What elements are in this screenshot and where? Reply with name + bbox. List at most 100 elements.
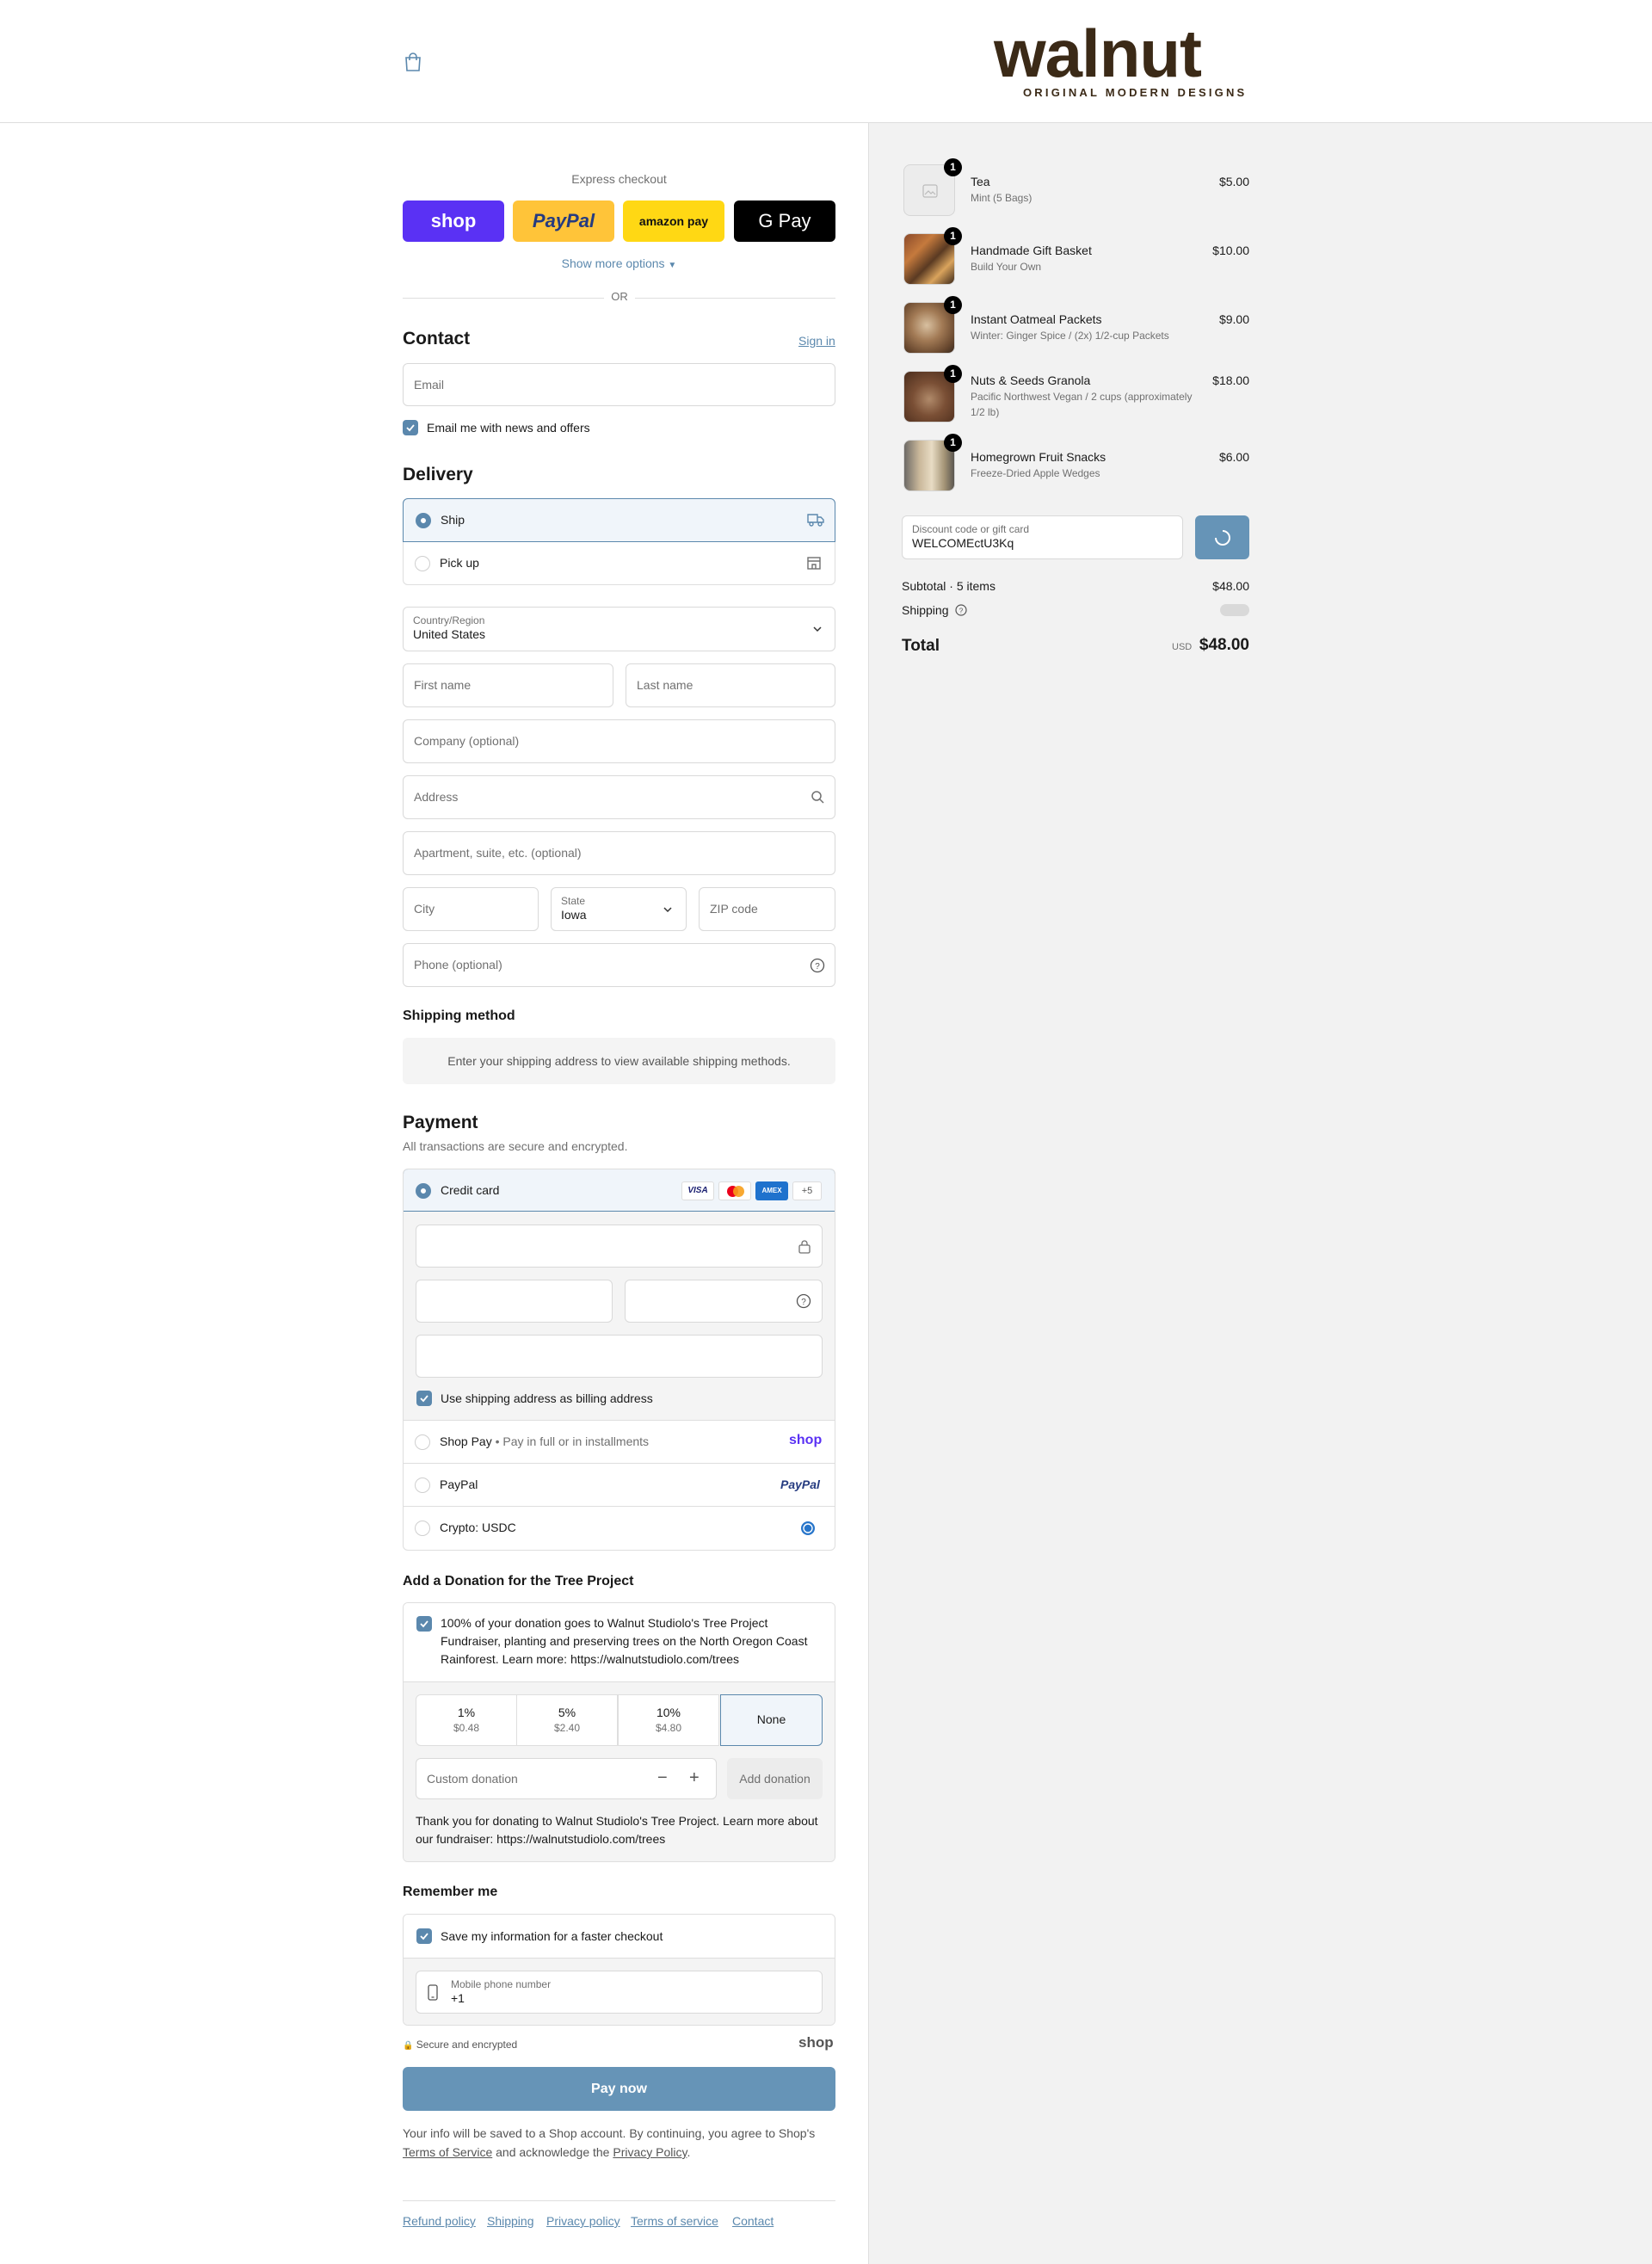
terms-of-service-link[interactable]: Terms of Service [403, 2145, 492, 2159]
shopping-bag-icon[interactable] [404, 52, 422, 72]
apply-discount-button[interactable] [1195, 515, 1249, 559]
card-form: ? Use shipping address as billing addres… [404, 1212, 835, 1421]
chevron-down-icon [813, 626, 822, 632]
crypto-radio[interactable] [415, 1521, 430, 1536]
company-field[interactable]: Company (optional) [403, 719, 835, 763]
donation-option-5pct[interactable]: 5% $2.40 [516, 1694, 618, 1746]
pickup-radio[interactable] [415, 556, 430, 571]
google-pay-express-button[interactable]: G Pay [734, 200, 835, 242]
footer-privacy-policy-link[interactable]: Privacy policy [546, 2214, 620, 2228]
donation-opt-in: 100% of your donation goes to Walnut Stu… [404, 1603, 835, 1682]
country-select[interactable]: Country/Region United States [403, 607, 835, 651]
subtotal-label: Subtotal · 5 items [902, 579, 996, 593]
state-select[interactable]: State Iowa [551, 887, 687, 931]
save-info-label: Save my information for a faster checkou… [441, 1929, 663, 1943]
secure-note: 🔒 Secure and encrypted [403, 2039, 518, 2051]
shipping-loading-placeholder [1220, 604, 1249, 616]
truck-icon [807, 514, 824, 527]
paypal-radio[interactable] [415, 1477, 430, 1493]
news-checkbox[interactable] [403, 420, 418, 435]
paypal-logo: PayPal [780, 1477, 820, 1491]
minus-icon[interactable]: − [657, 1768, 668, 1788]
mobile-phone-field[interactable]: Mobile phone number +1 [416, 1971, 823, 2014]
help-circle-icon[interactable]: ? [955, 604, 967, 616]
email-field[interactable]: Email [403, 363, 835, 406]
search-icon [811, 791, 824, 804]
shop-pay-logo: shop [789, 1433, 823, 1447]
plus-icon[interactable]: + [689, 1768, 700, 1788]
last-name-field[interactable]: Last name [626, 663, 835, 707]
amex-icon: AMEX [755, 1181, 788, 1200]
delivery-option-ship[interactable]: Ship [403, 498, 835, 542]
paypal-express-button[interactable]: PayPal [513, 200, 614, 242]
donation-option-1pct[interactable]: 1% $0.48 [416, 1694, 517, 1746]
credit-card-radio[interactable] [416, 1183, 431, 1199]
donation-option-none[interactable]: None [720, 1694, 823, 1746]
card-expiry-field[interactable] [416, 1280, 613, 1323]
donation-description: 100% of your donation goes to Walnut Stu… [441, 1616, 808, 1666]
card-cvv-field[interactable]: ? [625, 1280, 823, 1323]
item-name: Handmade Gift Basket [971, 244, 1092, 257]
store-logo[interactable]: walnut ORIGINAL MODERN DESIGNS [994, 20, 1245, 107]
store-icon [807, 557, 821, 570]
zip-field[interactable]: ZIP code [699, 887, 835, 931]
item-variant: Freeze-Dried Apple Wedges [971, 467, 1100, 479]
donation-thanks: Thank you for donating to Walnut Studiol… [416, 1814, 818, 1846]
header: walnut ORIGINAL MODERN DESIGNS [0, 0, 1652, 123]
checkmark-icon [420, 1395, 428, 1403]
card-name-field[interactable] [416, 1335, 823, 1378]
billing-same-checkbox[interactable] [416, 1391, 432, 1406]
city-field[interactable]: City [403, 887, 539, 931]
ship-radio[interactable] [416, 513, 431, 528]
payment-option-paypal[interactable]: PayPal PayPal [404, 1464, 835, 1507]
currency-code: USD [1172, 642, 1193, 652]
item-variant: Mint (5 Bags) [971, 192, 1032, 204]
shop-pay-express-button[interactable]: shop [403, 200, 504, 242]
item-variant: Winter: Ginger Spice / (2x) 1/2-cup Pack… [971, 330, 1169, 342]
discount-code-field[interactable]: Discount code or gift card WELCOMEctU3Kq [902, 515, 1183, 559]
item-quantity-badge: 1 [944, 227, 962, 245]
pay-now-button[interactable]: Pay now [403, 2067, 835, 2111]
payment-option-crypto[interactable]: Crypto: USDC [404, 1507, 835, 1550]
chevron-down-icon: ▼ [668, 261, 677, 270]
total-label: Total [902, 637, 940, 655]
remember-phone-area: Mobile phone number +1 [404, 1959, 835, 2025]
donation-option-10pct[interactable]: 10% $4.80 [618, 1694, 719, 1746]
footer-refund-policy-link[interactable]: Refund policy [403, 2214, 476, 2228]
item-name: Homegrown Fruit Snacks [971, 450, 1106, 464]
footer-contact-link[interactable]: Contact [732, 2214, 774, 2228]
loading-spinner-icon [1215, 530, 1230, 546]
payment-option-credit-card[interactable]: Credit card VISA AMEX +5 [404, 1169, 835, 1212]
more-brands-badge: +5 [792, 1181, 822, 1200]
save-info-checkbox[interactable] [416, 1928, 432, 1944]
card-number-field[interactable] [416, 1225, 823, 1268]
footer-divider [403, 2200, 835, 2201]
checkmark-icon [420, 1620, 428, 1628]
shop-pay-radio[interactable] [415, 1434, 430, 1450]
apartment-field[interactable]: Apartment, suite, etc. (optional) [403, 831, 835, 875]
help-circle-icon[interactable]: ? [796, 1293, 811, 1309]
item-price: $18.00 [1212, 373, 1249, 387]
amazon-pay-express-button[interactable]: amazon pay [623, 200, 724, 242]
add-donation-button[interactable]: Add donation [727, 1758, 823, 1799]
sign-in-link[interactable]: Sign in [798, 334, 835, 348]
show-more-options-link[interactable]: Show more options ▼ [403, 256, 835, 270]
image-placeholder-icon [922, 184, 938, 198]
custom-donation-field[interactable]: Custom donation − + [416, 1758, 717, 1799]
phone-field[interactable]: Phone (optional) ? [403, 943, 835, 987]
footer-shipping-link[interactable]: Shipping [487, 2214, 534, 2228]
item-price: $6.00 [1218, 450, 1249, 464]
footer-terms-link[interactable]: Terms of service [631, 2214, 718, 2228]
checkmark-icon [420, 1933, 428, 1940]
first-name-field[interactable]: First name [403, 663, 613, 707]
subtotal-value: $48.00 [1212, 579, 1249, 593]
delivery-option-pickup[interactable]: Pick up [404, 542, 835, 585]
payment-option-shop-pay[interactable]: Shop Pay • Pay in full or in installment… [404, 1421, 835, 1464]
donation-checkbox[interactable] [416, 1616, 432, 1632]
address-field[interactable]: Address [403, 775, 835, 819]
privacy-policy-link[interactable]: Privacy Policy [613, 2145, 687, 2159]
item-quantity-badge: 1 [944, 434, 962, 452]
shipping-method-placeholder: Enter your shipping address to view avai… [403, 1038, 835, 1084]
help-circle-icon[interactable]: ? [810, 958, 825, 973]
total-value: $48.00 [1199, 636, 1249, 654]
